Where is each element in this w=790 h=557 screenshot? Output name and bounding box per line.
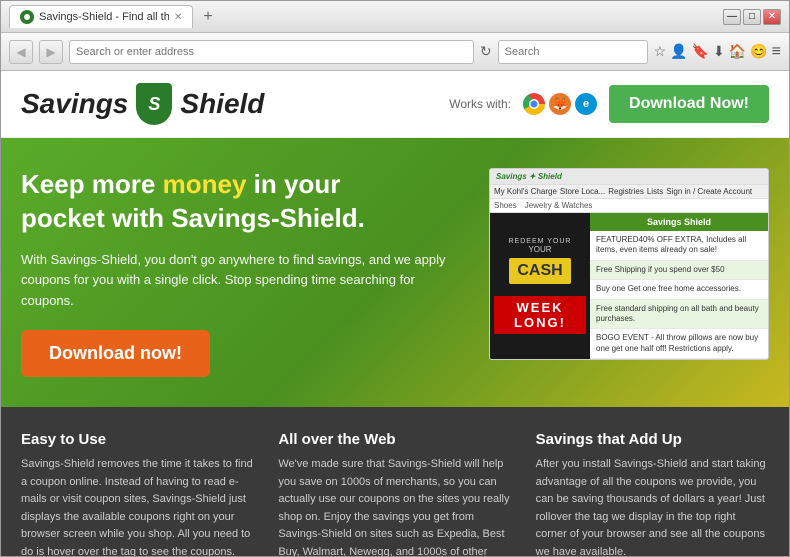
logo-shield-letter: S [148,94,160,115]
search-input[interactable] [498,40,648,64]
back-button[interactable]: ◀ [9,40,33,64]
page-content: Savings S Shield Works with: [1,71,789,556]
coupon-deal-5: BOGO EVENT - All throw pillows are now b… [590,329,768,359]
menu-icon[interactable]: ≡ [772,43,781,61]
feature-all-over-web: All over the Web We've made sure that Sa… [278,431,511,556]
coupon-week-long: WEEK LONG! [494,296,586,334]
feature-title-2: All over the Web [278,431,511,448]
coupon-nav: My Kohl's Charge Store Loca... Registrie… [490,185,768,199]
logo-shield-icon: S [136,83,172,125]
coupon-subnav: Shoes Jewelry & Watches [490,199,768,213]
coupon-logo: Savings ✦ Shield [496,172,562,181]
hero-description: With Savings-Shield, you don't go anywhe… [21,250,469,312]
toolbar-icons: ☆ 👤 🔖 ⬇ 🏠 😊 ≡ [654,43,781,61]
tab-favicon-icon [20,10,34,24]
coupon-redeem-text: REDEEM YOUR [509,238,572,245]
feature-desc-2: We've made sure that Savings-Shield will… [278,456,511,556]
coupon-cash-badge: CASH [509,258,570,284]
coupon-deal-4: Free standard shipping on all bath and b… [590,300,768,330]
coupon-header: Savings ✦ Shield [490,169,768,185]
hero-highlight: money [163,169,247,199]
title-bar: Savings-Shield - Find all th... ✕ + — □ … [1,1,789,33]
tab-close-button[interactable]: ✕ [174,12,182,23]
bookmark-icon[interactable]: 🔖 [692,43,709,60]
refresh-icon[interactable]: ↻ [480,43,492,60]
coupon-deal-1: FEATURED40% OFF EXTRA, Includes all item… [590,231,768,261]
site-header: Savings S Shield Works with: [1,71,789,138]
features-section: Easy to Use Savings-Shield removes the t… [1,407,789,556]
coupon-preview: Savings ✦ Shield My Kohl's Charge Store … [489,168,769,360]
coupon-deals: Savings Shield FEATURED40% OFF EXTRA, In… [590,213,768,359]
coupon-sidebar: REDEEM YOUR YOUR CASH WEEK LONG! [490,213,590,359]
coupon-deal-header: Savings Shield [590,213,768,231]
logo-text-savings: Savings [21,88,128,120]
coupon-your-text: YOUR [528,245,551,254]
feature-title-1: Easy to Use [21,431,254,448]
emoji-icon[interactable]: 😊 [750,43,767,60]
header-download-button[interactable]: Download Now! [609,85,769,123]
header-right: Works with: 🦊 [449,85,769,123]
minimize-button[interactable]: — [723,9,741,25]
hero-content: Keep more money in yourpocket with Savin… [21,168,469,377]
tab-title: Savings-Shield - Find all th... [39,11,169,23]
browser-toolbar: ◀ ▶ ↻ ☆ 👤 🔖 ⬇ 🏠 😊 ≡ [1,33,789,71]
works-with-label: Works with: [449,97,511,111]
logo-text-shield: Shield [180,88,264,120]
maximize-button[interactable]: □ [743,9,761,25]
feature-desc-1: Savings-Shield removes the time it takes… [21,456,254,556]
hero-title: Keep more money in yourpocket with Savin… [21,168,469,236]
firefox-icon: 🦊 [549,93,571,115]
feature-easy-to-use: Easy to Use Savings-Shield removes the t… [21,431,254,556]
feature-title-3: Savings that Add Up [536,431,769,448]
browser-window: Savings-Shield - Find all th... ✕ + — □ … [0,0,790,557]
coupon-preview-card: Savings ✦ Shield My Kohl's Charge Store … [489,168,769,360]
logo: Savings S Shield [21,83,264,125]
close-button[interactable]: ✕ [763,9,781,25]
star-icon[interactable]: ☆ [654,43,667,60]
home-icon[interactable]: 🏠 [729,43,746,60]
feature-desc-3: After you install Savings-Shield and sta… [536,456,769,556]
hero-section: Keep more money in yourpocket with Savin… [1,138,789,407]
hero-download-button[interactable]: Download now! [21,330,210,377]
coupon-deal-3: Buy one Get one free home accessories. [590,280,768,299]
chrome-icon [523,93,545,115]
coupon-body: REDEEM YOUR YOUR CASH WEEK LONG! Savings… [490,213,768,359]
new-tab-button[interactable]: + [199,8,216,26]
forward-button[interactable]: ▶ [39,40,63,64]
ie-icon: e [575,93,597,115]
feature-savings-add-up: Savings that Add Up After you install Sa… [536,431,769,556]
browser-tab[interactable]: Savings-Shield - Find all th... ✕ [9,5,193,28]
coupon-deal-2: Free Shipping if you spend over $50 [590,261,768,280]
browser-compatibility-icons: 🦊 e [523,93,597,115]
user-icon[interactable]: 👤 [670,43,687,60]
download-icon[interactable]: ⬇ [713,43,725,60]
address-bar[interactable] [69,40,474,64]
window-controls: — □ ✕ [723,9,781,25]
